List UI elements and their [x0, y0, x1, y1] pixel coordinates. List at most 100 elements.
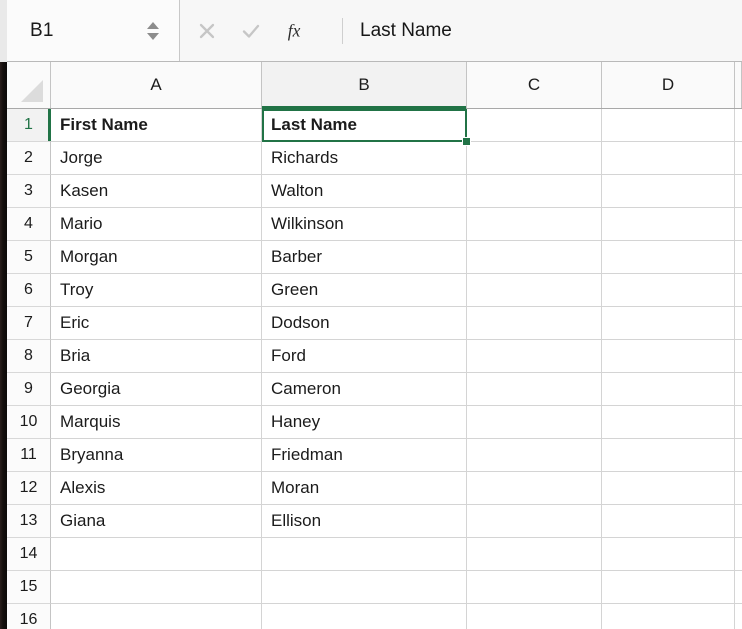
cell-D11[interactable]: [602, 439, 735, 472]
row-header-3[interactable]: 3: [7, 175, 51, 208]
cell-A3[interactable]: Kasen: [51, 175, 262, 208]
cell-A14[interactable]: [51, 538, 262, 571]
cell-x4[interactable]: [735, 208, 742, 241]
cell-x1[interactable]: [735, 109, 742, 142]
select-all-corner[interactable]: [7, 62, 51, 108]
cell-B4[interactable]: Wilkinson: [262, 208, 467, 241]
cell-D14[interactable]: [602, 538, 735, 571]
cell-D10[interactable]: [602, 406, 735, 439]
cell-B5[interactable]: Barber: [262, 241, 467, 274]
cell-A11[interactable]: Bryanna: [51, 439, 262, 472]
cell-x8[interactable]: [735, 340, 742, 373]
cell-D16[interactable]: [602, 604, 735, 629]
cell-x11[interactable]: [735, 439, 742, 472]
row-header-4[interactable]: 4: [7, 208, 51, 241]
column-header-C[interactable]: C: [467, 62, 602, 108]
cell-x10[interactable]: [735, 406, 742, 439]
column-header-B[interactable]: B: [262, 62, 467, 109]
cell-B15[interactable]: [262, 571, 467, 604]
triangle-up-icon[interactable]: [147, 21, 159, 29]
cell-B2[interactable]: Richards: [262, 142, 467, 175]
cell-x15[interactable]: [735, 571, 742, 604]
cell-D15[interactable]: [602, 571, 735, 604]
cell-C7[interactable]: [467, 307, 602, 340]
cell-x9[interactable]: [735, 373, 742, 406]
cell-B6[interactable]: Green: [262, 274, 467, 307]
cell-x6[interactable]: [735, 274, 742, 307]
row-header-6[interactable]: 6: [7, 274, 51, 307]
row-header-14[interactable]: 14: [7, 538, 51, 571]
cell-C8[interactable]: [467, 340, 602, 373]
cell-B10[interactable]: Haney: [262, 406, 467, 439]
cell-C13[interactable]: [467, 505, 602, 538]
fx-insert-function-icon[interactable]: fx: [284, 20, 306, 42]
cell-A4[interactable]: Mario: [51, 208, 262, 241]
cell-x5[interactable]: [735, 241, 742, 274]
row-header-7[interactable]: 7: [7, 307, 51, 340]
formula-input[interactable]: Last Name: [343, 0, 742, 61]
cell-D5[interactable]: [602, 241, 735, 274]
cell-x3[interactable]: [735, 175, 742, 208]
cell-C10[interactable]: [467, 406, 602, 439]
cell-B1[interactable]: Last Name: [262, 109, 467, 142]
cell-B14[interactable]: [262, 538, 467, 571]
cell-x7[interactable]: [735, 307, 742, 340]
cell-x16[interactable]: [735, 604, 742, 629]
cell-B11[interactable]: Friedman: [262, 439, 467, 472]
cell-C4[interactable]: [467, 208, 602, 241]
cell-A16[interactable]: [51, 604, 262, 629]
cell-D2[interactable]: [602, 142, 735, 175]
cell-D9[interactable]: [602, 373, 735, 406]
cell-x14[interactable]: [735, 538, 742, 571]
cell-C9[interactable]: [467, 373, 602, 406]
cell-C14[interactable]: [467, 538, 602, 571]
cell-C15[interactable]: [467, 571, 602, 604]
cell-x13[interactable]: [735, 505, 742, 538]
cell-x2[interactable]: [735, 142, 742, 175]
triangle-down-icon[interactable]: [147, 32, 159, 40]
cell-C16[interactable]: [467, 604, 602, 629]
row-header-10[interactable]: 10: [7, 406, 51, 439]
row-header-12[interactable]: 12: [7, 472, 51, 505]
cell-B9[interactable]: Cameron: [262, 373, 467, 406]
row-header-15[interactable]: 15: [7, 571, 51, 604]
cell-B12[interactable]: Moran: [262, 472, 467, 505]
row-header-11[interactable]: 11: [7, 439, 51, 472]
confirm-check-icon[interactable]: [240, 20, 262, 42]
cancel-x-icon[interactable]: [196, 20, 218, 42]
row-header-1[interactable]: 1: [7, 109, 51, 142]
cell-A2[interactable]: Jorge: [51, 142, 262, 175]
cell-A9[interactable]: Georgia: [51, 373, 262, 406]
cell-A1[interactable]: First Name: [51, 109, 262, 142]
cell-C2[interactable]: [467, 142, 602, 175]
row-header-16[interactable]: 16: [7, 604, 51, 629]
cell-D13[interactable]: [602, 505, 735, 538]
cell-A7[interactable]: Eric: [51, 307, 262, 340]
cell-D8[interactable]: [602, 340, 735, 373]
cell-B13[interactable]: Ellison: [262, 505, 467, 538]
cell-A5[interactable]: Morgan: [51, 241, 262, 274]
column-header-D[interactable]: D: [602, 62, 735, 108]
cell-C1[interactable]: [467, 109, 602, 142]
cell-A12[interactable]: Alexis: [51, 472, 262, 505]
row-header-9[interactable]: 9: [7, 373, 51, 406]
cell-C11[interactable]: [467, 439, 602, 472]
cell-B7[interactable]: Dodson: [262, 307, 467, 340]
row-header-2[interactable]: 2: [7, 142, 51, 175]
cell-B3[interactable]: Walton: [262, 175, 467, 208]
cell-B8[interactable]: Ford: [262, 340, 467, 373]
cell-A6[interactable]: Troy: [51, 274, 262, 307]
cell-B16[interactable]: [262, 604, 467, 629]
cell-D3[interactable]: [602, 175, 735, 208]
cell-A8[interactable]: Bria: [51, 340, 262, 373]
cell-C5[interactable]: [467, 241, 602, 274]
cell-D6[interactable]: [602, 274, 735, 307]
row-header-13[interactable]: 13: [7, 505, 51, 538]
row-header-8[interactable]: 8: [7, 340, 51, 373]
cell-D12[interactable]: [602, 472, 735, 505]
column-header-A[interactable]: A: [51, 62, 262, 108]
cell-C12[interactable]: [467, 472, 602, 505]
name-box-spinner[interactable]: [147, 21, 159, 40]
cell-C3[interactable]: [467, 175, 602, 208]
column-header-spacer[interactable]: [735, 62, 742, 108]
